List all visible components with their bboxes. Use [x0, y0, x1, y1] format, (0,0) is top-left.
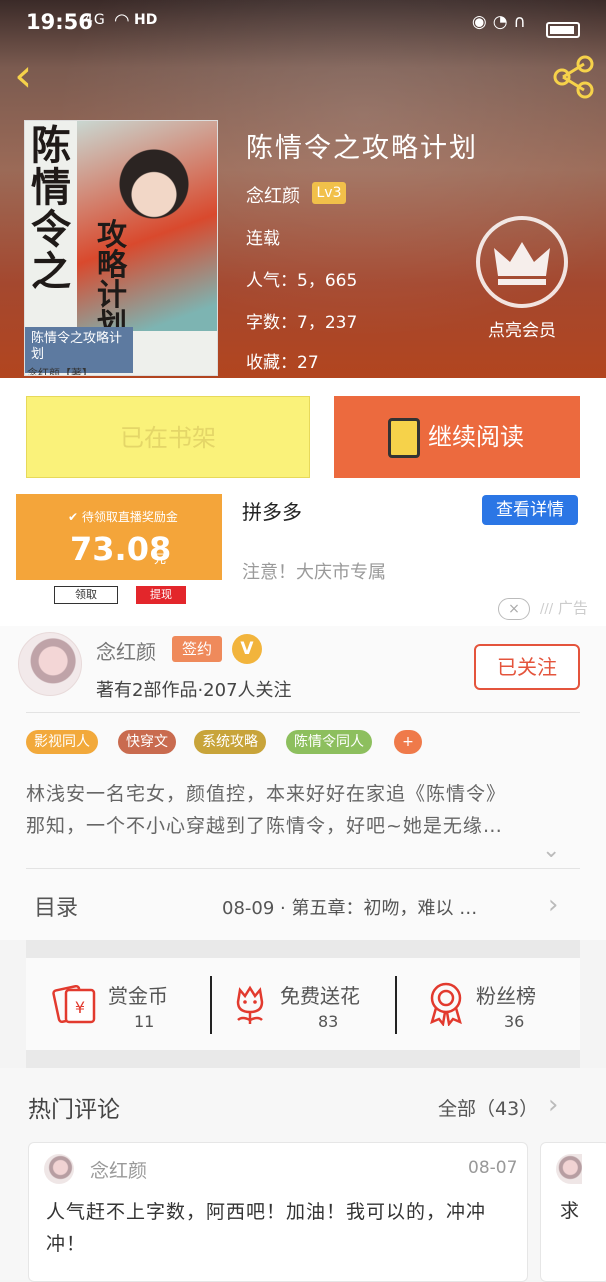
fan-ranking-label[interactable]: 粉丝榜: [476, 980, 536, 1009]
signed-badge: 签约: [172, 636, 222, 662]
ad-cash-button[interactable]: 提现: [136, 586, 186, 604]
toc-latest-chapter[interactable]: 08-09 · 第五章：初吻，难以 …: [222, 894, 477, 920]
ad-title: 拼多多: [242, 500, 302, 524]
share-icon: [553, 55, 594, 99]
ad-label-text: 广告: [557, 599, 588, 617]
tag-1[interactable]: 快穿文: [118, 730, 176, 754]
coin-reward-label[interactable]: 赏金币: [108, 980, 168, 1009]
hot-comments-title: 热门评论: [28, 1097, 120, 1123]
fan-ranking-count: 36: [504, 1012, 525, 1031]
vip-label[interactable]: 点亮会员: [476, 316, 568, 341]
send-flower-button[interactable]: [230, 982, 270, 1026]
continue-reading-label: 继续阅读: [428, 423, 524, 451]
book-word-count: 字数：7，237: [246, 313, 358, 333]
synopsis-line-1: 林浅安一名宅女，颜值控，本来好好在家追《陈情令》: [26, 783, 507, 805]
book-status: 连载: [246, 229, 280, 249]
headphones-icon: ∩: [513, 12, 532, 32]
vip-button[interactable]: [476, 216, 568, 308]
ad-image-footer: [16, 580, 222, 616]
book-cover[interactable]: 陈情令之 攻略计划 陈情令之攻略计划 念红颜【著】: [24, 120, 218, 376]
flower-icon: [236, 985, 264, 1024]
ad-mark-icon: ///: [540, 602, 554, 617]
ad-detail-button[interactable]: 查看详情: [482, 495, 578, 525]
divider: [26, 868, 580, 869]
send-flower-count: 83: [318, 1012, 339, 1031]
status-bar: 19:56 4G ◠ HD ◉◔∩: [0, 0, 606, 44]
cover-title-main: 陈情令之: [31, 122, 71, 295]
svg-text:¥: ¥: [75, 998, 85, 1017]
comment-text: 人气赶不上字数，阿西吧！加油！我可以的，冲冲冲！: [46, 1201, 487, 1255]
comment-author[interactable]: 念红颜: [90, 1156, 147, 1183]
ad-label: /// 广告: [540, 597, 600, 619]
section-spacer: [26, 940, 580, 958]
section-spacer: [26, 1050, 580, 1068]
wifi-icon: ◠: [114, 10, 130, 31]
author-name[interactable]: 念红颜: [96, 636, 156, 665]
follow-button[interactable]: 已关注: [474, 644, 580, 690]
crown-icon: [494, 242, 550, 285]
comment-text: 求: [560, 1200, 580, 1222]
book-favorites: 收藏：27: [246, 353, 319, 373]
cover-author: 念红颜【著】: [27, 367, 93, 376]
continue-reading-button[interactable]: 继续阅读: [334, 396, 580, 478]
book-popularity: 人气：5，665: [246, 271, 358, 291]
book-author[interactable]: 念红颜: [246, 182, 300, 208]
tag-3[interactable]: 陈情令同人: [286, 730, 372, 754]
medal-icon: [430, 982, 462, 1027]
network-indicator: 4G: [84, 12, 106, 28]
avatar[interactable]: [44, 1154, 74, 1184]
book-title: 陈情令之攻略计划: [246, 133, 478, 164]
coin-reward-button[interactable]: ¥: [52, 982, 98, 1026]
divider: [210, 976, 212, 1034]
battery-icon: [546, 22, 580, 38]
avatar[interactable]: [556, 1154, 582, 1184]
ad-get-button[interactable]: 领取: [54, 586, 118, 604]
cover-title-sub: 攻略计划: [97, 218, 127, 343]
ad-image[interactable]: ✔ 待领取直播奖励金 73.08 元 领取 提现: [16, 494, 222, 616]
ad-tip: ✔ 待领取直播奖励金: [68, 510, 178, 524]
fan-ranking-button[interactable]: [426, 980, 466, 1027]
lock-icon: ◉: [471, 12, 493, 32]
coin-reward-count: 11: [134, 1012, 155, 1031]
synopsis-line-2: 那知，一个不小心穿越到了陈情令，好吧~她是无缘…: [26, 815, 503, 837]
author-works-info: 著有2部作品·207人关注: [96, 680, 292, 701]
send-flower-label[interactable]: 免费送花: [280, 980, 360, 1009]
hd-indicator: HD: [134, 12, 158, 28]
add-tag-button[interactable]: +: [394, 730, 422, 754]
ad-description: 注意！大庆市专属: [242, 562, 386, 583]
ad-unit: 元: [154, 552, 167, 566]
verified-badge-icon: V: [232, 634, 262, 664]
tag-0[interactable]: 影视同人: [26, 730, 98, 754]
synopsis[interactable]: 林浅安一名宅女，颜值控，本来好好在家追《陈情令》 那知，一个不小心穿越到了陈情令…: [26, 778, 582, 842]
in-bookshelf-button[interactable]: 已在书架: [26, 396, 310, 478]
alarm-icon: ◔: [492, 12, 514, 32]
back-button[interactable]: ‹: [14, 52, 54, 99]
author-level-badge: Lv3: [312, 182, 346, 204]
share-button[interactable]: [552, 55, 596, 99]
red-envelope-icon: ¥: [52, 984, 96, 1024]
chevron-down-icon[interactable]: ⌄: [542, 838, 560, 863]
ad-close-button[interactable]: ×: [498, 598, 530, 620]
status-time: 19:56: [26, 10, 93, 34]
status-icons: ◉◔∩: [472, 12, 532, 32]
tag-2[interactable]: 系统攻略: [194, 730, 266, 754]
avatar[interactable]: [18, 632, 82, 696]
chevron-right-icon[interactable]: ›: [548, 1090, 558, 1120]
toc-label[interactable]: 目录: [34, 890, 78, 922]
book-icon: [388, 418, 420, 458]
divider: [26, 712, 580, 713]
all-comments-link[interactable]: 全部（43）: [438, 1094, 538, 1121]
divider: [395, 976, 397, 1034]
chevron-right-icon[interactable]: ›: [548, 890, 558, 920]
comment-date: 08-07: [468, 1158, 518, 1178]
